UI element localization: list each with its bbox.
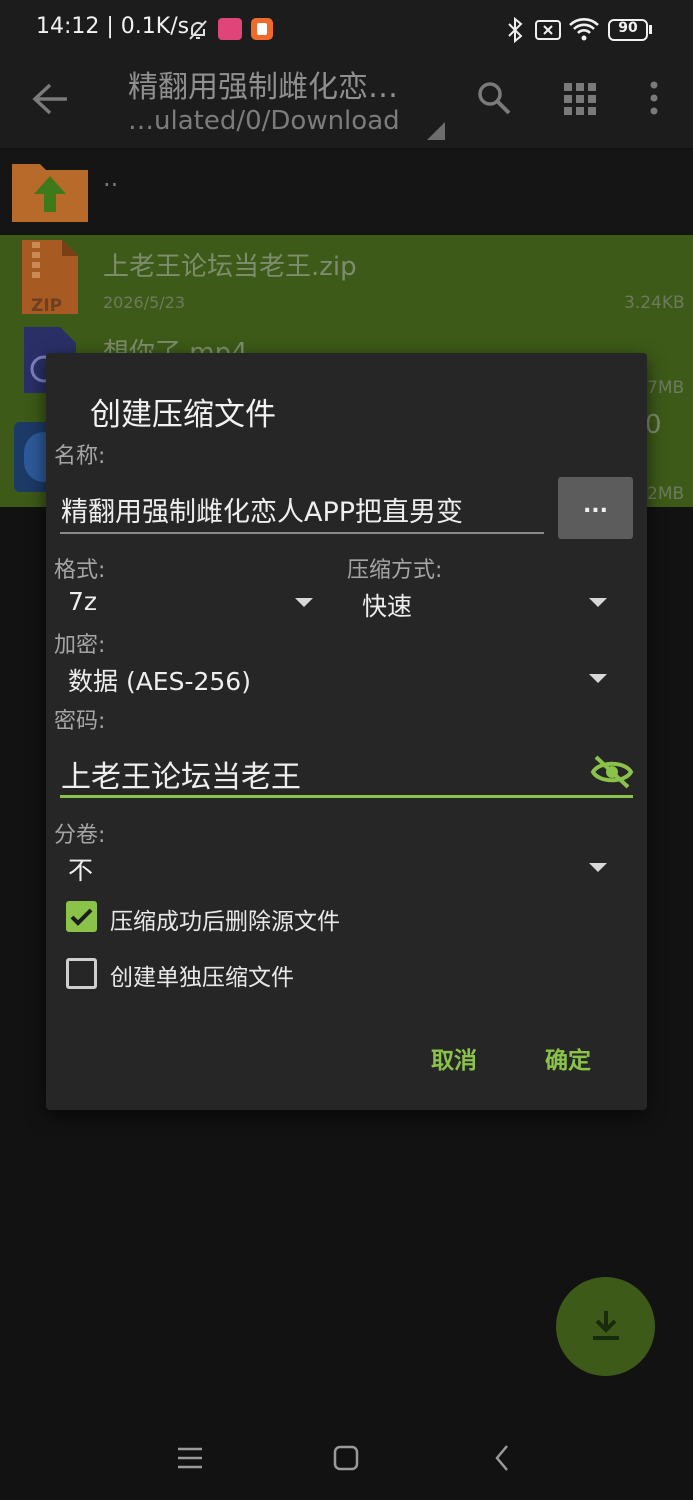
file-size: 7MB bbox=[647, 378, 685, 398]
password-label: 密码: bbox=[54, 709, 106, 734]
method-value: 快速 bbox=[362, 592, 413, 621]
separate-archive-label[interactable]: 创建单独压缩文件 bbox=[110, 958, 294, 992]
file-size-partial: 0 bbox=[645, 410, 662, 440]
list-item-parent-dir[interactable] bbox=[0, 150, 693, 234]
cancel-button[interactable]: 取消 bbox=[431, 1041, 477, 1075]
zip-icon-label: ZIP bbox=[31, 296, 63, 316]
browse-button[interactable]: ... bbox=[558, 477, 633, 539]
path-dropdown-icon[interactable] bbox=[427, 122, 445, 140]
parent-dir-label: .. bbox=[103, 164, 119, 192]
chevron-down-icon bbox=[589, 863, 607, 872]
dialog-title: 创建压缩文件 bbox=[90, 397, 276, 433]
menu-icon[interactable] bbox=[177, 1446, 203, 1470]
chevron-down-icon bbox=[589, 674, 607, 683]
encrypt-value: 数据 (AES-256) bbox=[68, 667, 251, 696]
battery-level: 90 bbox=[618, 20, 638, 36]
sim-x-icon bbox=[535, 20, 561, 40]
folder-up-icon bbox=[12, 164, 88, 222]
password-input[interactable]: 上老王论坛当老王 bbox=[61, 752, 581, 796]
name-label: 名称: bbox=[54, 444, 106, 469]
page-title: 精翻用强制雌化恋… bbox=[128, 70, 398, 105]
encrypt-label: 加密: bbox=[54, 633, 106, 658]
name-underline bbox=[60, 532, 544, 534]
password-underline bbox=[60, 795, 633, 798]
bluetooth-icon bbox=[508, 16, 523, 44]
app-icon-orange bbox=[251, 18, 273, 40]
split-select[interactable] bbox=[54, 846, 617, 890]
status-time-speed: 14:12 | 0.1K/s bbox=[36, 14, 190, 39]
split-value: 不 bbox=[68, 856, 94, 885]
file-size: 3.24KB bbox=[624, 293, 685, 313]
extract-fab[interactable] bbox=[556, 1277, 655, 1376]
grid-view-icon[interactable] bbox=[563, 82, 597, 116]
battery-tip bbox=[649, 25, 652, 34]
split-label: 分卷: bbox=[54, 823, 106, 848]
home-icon[interactable] bbox=[333, 1445, 359, 1471]
search-icon[interactable] bbox=[476, 80, 512, 116]
download-icon bbox=[593, 1311, 619, 1340]
delete-after-checkbox[interactable] bbox=[66, 901, 97, 932]
ok-button[interactable]: 确定 bbox=[545, 1041, 591, 1075]
file-size: 2MB bbox=[647, 484, 685, 504]
file-date: 2026/5/23 bbox=[103, 293, 186, 312]
bell-off-icon bbox=[189, 20, 207, 40]
wifi-icon bbox=[569, 18, 599, 41]
format-value: 7z bbox=[68, 587, 98, 616]
back-arrow-icon[interactable] bbox=[30, 82, 70, 116]
create-archive-dialog bbox=[46, 353, 647, 1110]
delete-after-label[interactable]: 压缩成功后删除源文件 bbox=[110, 902, 340, 936]
browse-button-label: ... bbox=[582, 493, 609, 518]
eye-off-icon[interactable] bbox=[590, 754, 634, 790]
battery-icon: 90 bbox=[608, 19, 648, 41]
more-options-icon[interactable] bbox=[645, 80, 663, 116]
path-subtitle[interactable]: …ulated/0/Download bbox=[128, 106, 400, 136]
format-label: 格式: bbox=[54, 558, 106, 583]
app-badge-icon bbox=[218, 18, 242, 40]
chevron-down-icon bbox=[589, 598, 607, 607]
nav-back-icon[interactable] bbox=[494, 1444, 510, 1472]
method-label: 压缩方式: bbox=[347, 558, 443, 583]
separate-archive-checkbox[interactable] bbox=[66, 958, 97, 989]
archive-name-input[interactable]: 精翻用强制雌化恋人APP把直男变 bbox=[61, 490, 545, 529]
file-name: 上老王论坛当老王.zip bbox=[103, 252, 357, 282]
check-icon bbox=[70, 908, 93, 926]
chevron-down-icon bbox=[295, 598, 313, 607]
